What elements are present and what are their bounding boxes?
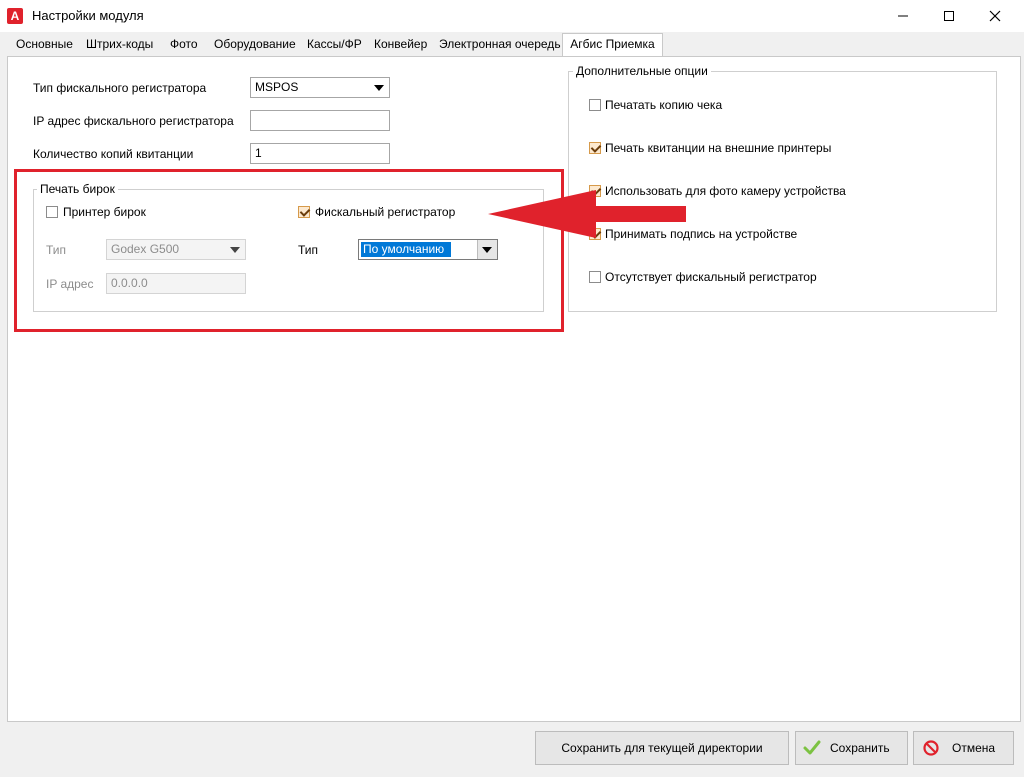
copies-input[interactable]: 1 xyxy=(250,143,390,164)
print-receipt-copy-checkbox[interactable] xyxy=(589,99,601,111)
print-receipt-copy-label: Печатать копию чека xyxy=(605,98,723,112)
no-fiscal-registrar-checkbox[interactable] xyxy=(589,271,601,283)
save-button[interactable]: Сохранить xyxy=(795,731,908,765)
copies-label: Количество копий квитанции xyxy=(33,147,194,161)
fiscal-type-label: Тип фискального регистратора xyxy=(33,81,207,95)
app-logo-icon: A xyxy=(7,8,23,24)
close-icon xyxy=(989,10,1001,22)
cancel-button-label: Отмена xyxy=(952,741,996,755)
minimize-button[interactable] xyxy=(880,0,926,32)
extra-options-title: Дополнительные опции xyxy=(573,64,711,78)
save-button-label: Сохранить xyxy=(830,741,890,755)
cancel-icon xyxy=(923,740,939,756)
external-printers-checkbox[interactable] xyxy=(589,142,601,154)
maximize-button[interactable] xyxy=(926,0,972,32)
dropdown-arrow-icon xyxy=(374,85,384,91)
title-bar xyxy=(0,0,1024,32)
tab-equipment[interactable]: Оборудование xyxy=(214,37,296,51)
fiscal-ip-input[interactable] xyxy=(250,110,390,131)
close-button[interactable] xyxy=(972,0,1018,32)
checkmark-icon xyxy=(803,740,821,755)
tab-photo[interactable]: Фото xyxy=(170,37,198,51)
tab-electronic-queue[interactable]: Электронная очередь xyxy=(439,37,561,51)
minimize-icon xyxy=(898,15,908,17)
tab-cashboxes[interactable]: Кассы/ФР xyxy=(307,37,362,51)
window-title: Настройки модуля xyxy=(32,8,144,23)
save-for-directory-button[interactable]: Сохранить для текущей директории xyxy=(535,731,789,765)
fiscal-ip-label: IP адрес фискального регистратора xyxy=(33,114,234,128)
external-printers-label: Печать квитанции на внешние принтеры xyxy=(605,141,832,155)
tab-conveyor[interactable]: Конвейер xyxy=(374,37,427,51)
fiscal-type-select[interactable]: MSPOS xyxy=(250,77,390,98)
cancel-button[interactable]: Отмена xyxy=(913,731,1014,765)
highlight-rectangle xyxy=(14,169,564,332)
fiscal-type-value: MSPOS xyxy=(255,80,299,94)
red-arrow-annotation xyxy=(488,190,686,238)
no-fiscal-registrar-label: Отсутствует фискальный регистратор xyxy=(605,270,817,284)
tab-agbis-reception[interactable]: Агбис Приемка xyxy=(562,33,663,57)
maximize-icon xyxy=(944,11,954,21)
tab-general[interactable]: Основные xyxy=(16,37,73,51)
tab-barcodes[interactable]: Штрих-коды xyxy=(86,37,153,51)
